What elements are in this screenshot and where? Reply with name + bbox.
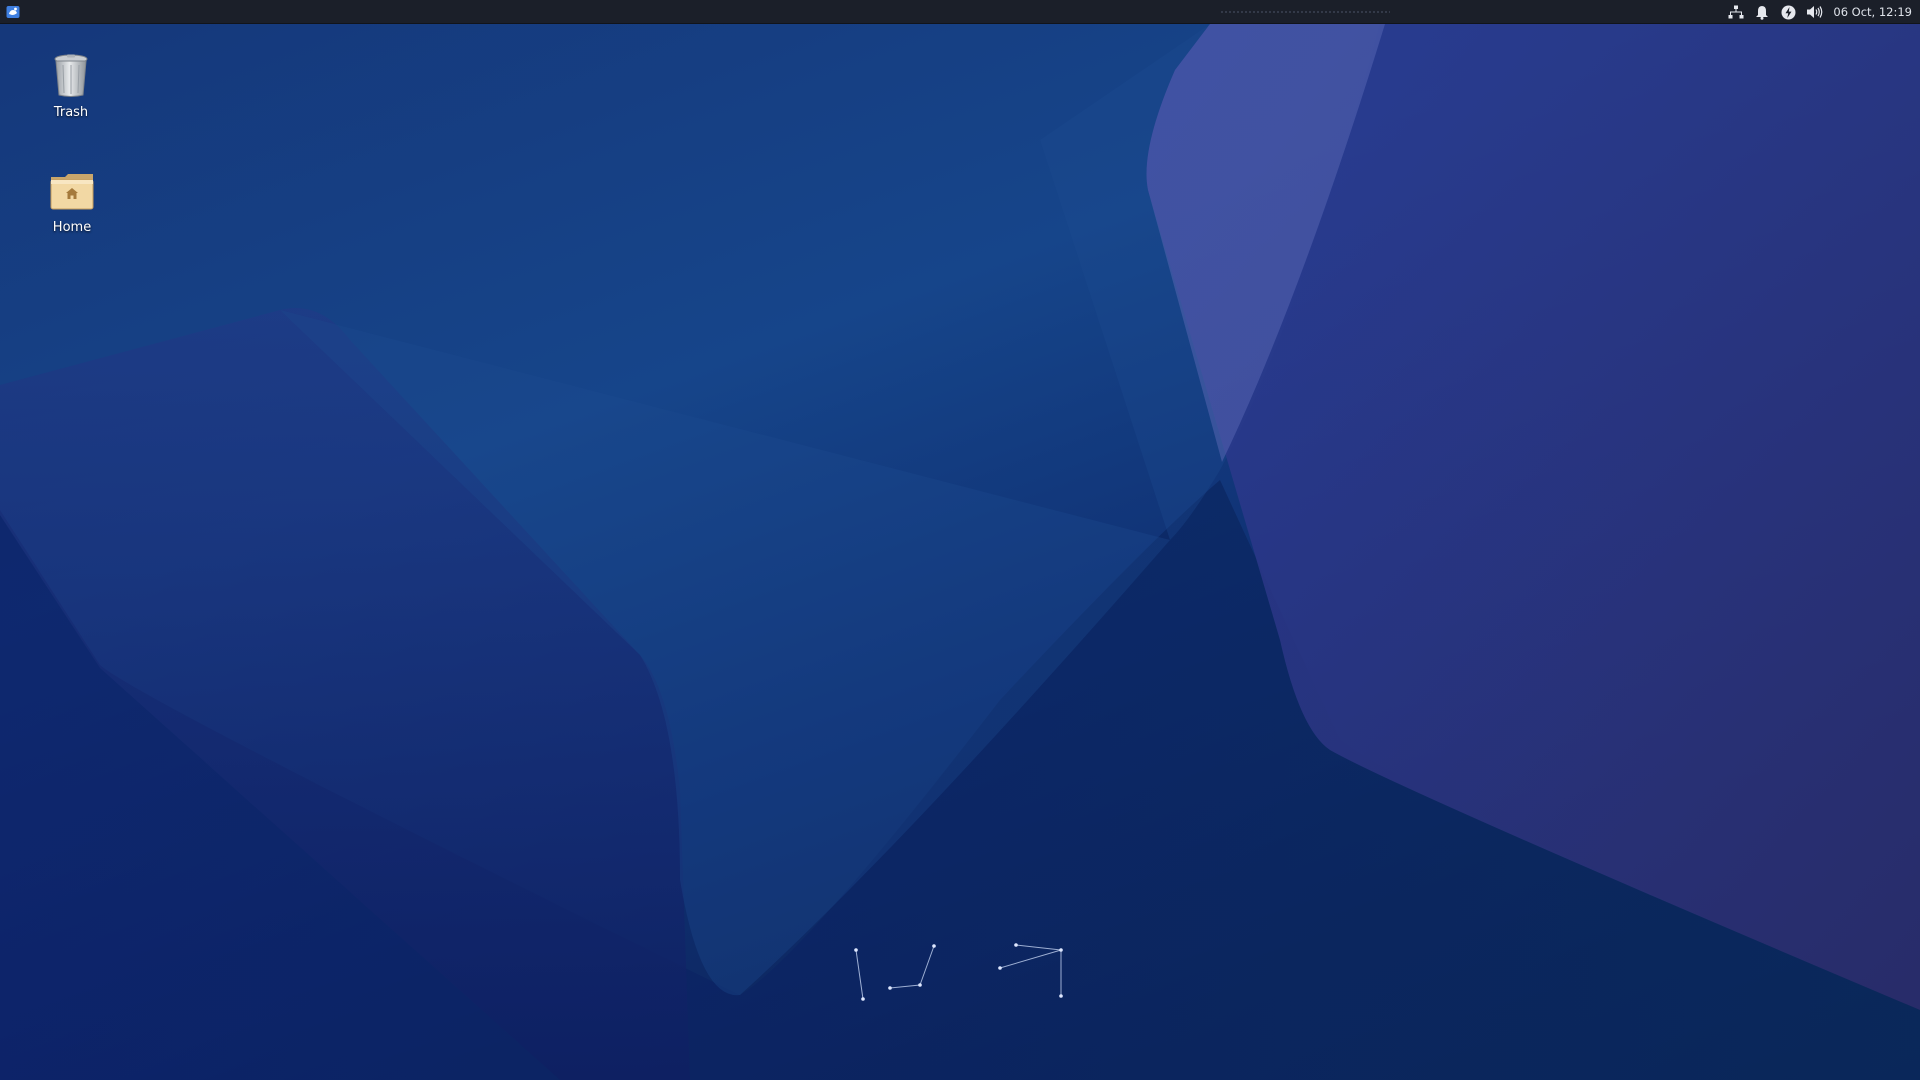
desktop-icon-trash[interactable]: Trash	[23, 50, 119, 120]
desktop[interactable]: 06 Oct, 12:19 Trash Home	[0, 0, 1920, 1080]
volume-icon[interactable]	[1801, 0, 1827, 24]
system-tray: 06 Oct, 12:19	[1723, 0, 1916, 24]
xfce-mouse-icon	[6, 6, 20, 18]
desktop-icon-label: Home	[52, 220, 92, 235]
power-manager-icon[interactable]	[1775, 0, 1801, 24]
wallpaper	[0, 24, 1920, 1080]
trash-can-icon	[45, 50, 97, 102]
desktop-icon-home[interactable]: Home	[24, 165, 120, 235]
applications-menu-button[interactable]	[4, 3, 22, 21]
desktop-icon-label: Trash	[53, 105, 89, 120]
clock[interactable]: 06 Oct, 12:19	[1827, 5, 1916, 19]
home-folder-icon	[46, 165, 98, 217]
top-panel: 06 Oct, 12:19	[0, 0, 1920, 24]
notification-bell-icon[interactable]	[1749, 0, 1775, 24]
panel-separator	[1220, 11, 1390, 13]
wallpaper-constellation	[854, 943, 1063, 1001]
network-wired-icon[interactable]	[1723, 0, 1749, 24]
